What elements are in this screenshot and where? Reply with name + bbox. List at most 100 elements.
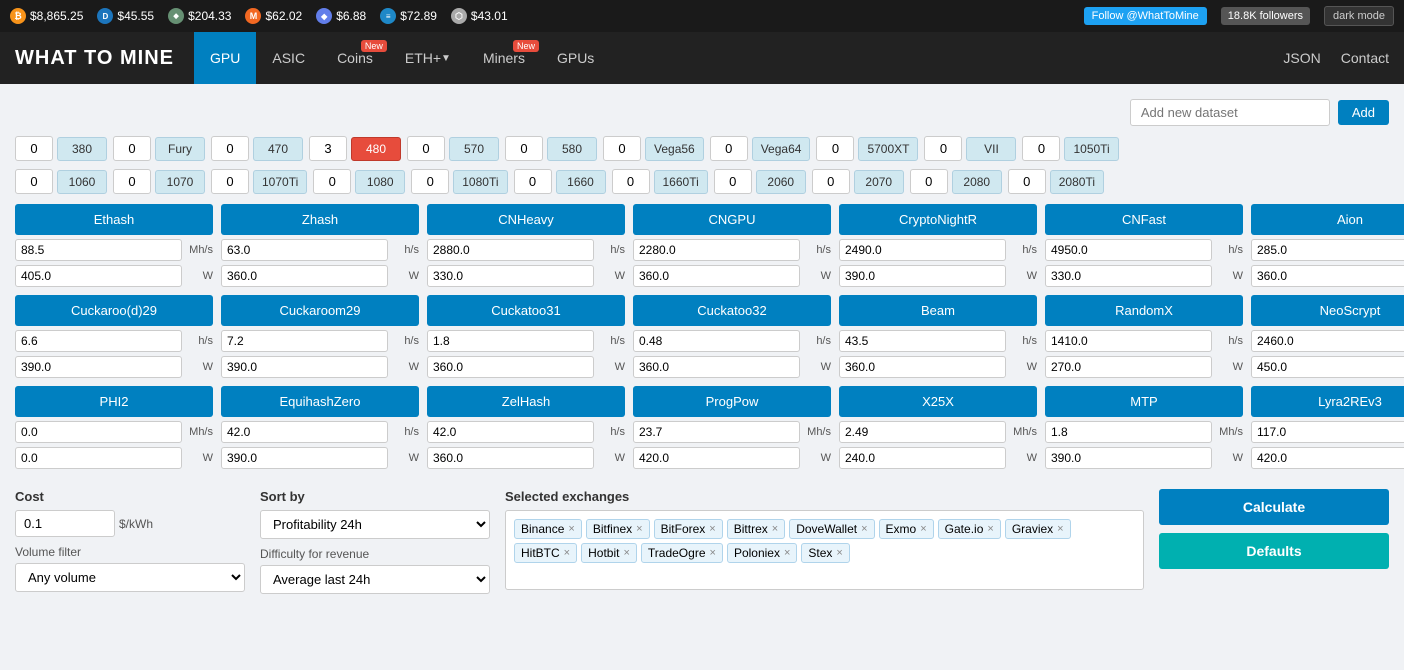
power-input-11[interactable] [633,356,800,378]
exchange-remove-tradeogre[interactable]: × [710,547,716,559]
power-input-22[interactable] [1251,447,1404,469]
power-input-17[interactable] [221,447,388,469]
gpu-count-vega56[interactable] [603,136,641,161]
hashrate-input-1[interactable] [221,239,388,261]
exchange-remove-gate.io[interactable]: × [987,523,993,535]
power-input-19[interactable] [633,447,800,469]
hashrate-input-2[interactable] [427,239,594,261]
power-input-14[interactable] [1251,356,1404,378]
algo-btn-beam[interactable]: Beam [839,295,1037,326]
gpu-count-1070ti[interactable] [211,169,249,194]
algo-btn-ethash[interactable]: Ethash [15,204,213,235]
algo-btn-cuckaroom29[interactable]: Cuckaroom29 [221,295,419,326]
gpu-count-570[interactable] [407,136,445,161]
power-input-1[interactable] [221,265,388,287]
hashrate-input-21[interactable] [1045,421,1212,443]
nav-item-gpu[interactable]: GPU [194,32,256,84]
gpu-count-470[interactable] [211,136,249,161]
algo-btn-cuckatoo32[interactable]: Cuckatoo32 [633,295,831,326]
algo-btn-equihashzero[interactable]: EquihashZero [221,386,419,417]
gpu-count-5700xt[interactable] [816,136,854,161]
algo-btn-cuckatoo31[interactable]: Cuckatoo31 [427,295,625,326]
gpu-count-1080[interactable] [313,169,351,194]
exchange-remove-bittrex[interactable]: × [772,523,778,535]
gpu-count-2080ti[interactable] [1008,169,1046,194]
hashrate-input-17[interactable] [221,421,388,443]
nav-item-coins[interactable]: CoinsNew [321,32,389,84]
hashrate-input-0[interactable] [15,239,182,261]
algo-btn-cryptonightr[interactable]: CryptoNightR [839,204,1037,235]
power-input-12[interactable] [839,356,1006,378]
gpu-count-1660[interactable] [514,169,552,194]
follow-button[interactable]: Follow @WhatToMine [1084,7,1207,25]
hashrate-input-5[interactable] [1045,239,1212,261]
sort-select[interactable]: Profitability 24h Profitability 3 days P… [260,510,490,539]
algo-btn-cnheavy[interactable]: CNHeavy [427,204,625,235]
hashrate-input-19[interactable] [633,421,800,443]
gpu-count-2060[interactable] [714,169,752,194]
nav-json[interactable]: JSON [1283,50,1320,66]
gpu-count-1050ti[interactable] [1022,136,1060,161]
power-input-20[interactable] [839,447,1006,469]
hashrate-input-13[interactable] [1045,330,1212,352]
gpu-count-1070[interactable] [113,169,151,194]
gpu-count-vega64[interactable] [710,136,748,161]
power-input-2[interactable] [427,265,594,287]
hashrate-input-18[interactable] [427,421,594,443]
exchange-remove-hitbtc[interactable]: × [564,547,570,559]
cost-input[interactable] [15,510,115,537]
algo-btn-randomx[interactable]: RandomX [1045,295,1243,326]
nav-item-gpus[interactable]: GPUs [541,32,610,84]
power-input-3[interactable] [633,265,800,287]
hashrate-input-3[interactable] [633,239,800,261]
calculate-button[interactable]: Calculate [1159,489,1389,525]
algo-btn-phi2[interactable]: PHI2 [15,386,213,417]
hashrate-input-6[interactable] [1251,239,1404,261]
difficulty-select[interactable]: Average last 24h Current [260,565,490,594]
nav-item-miners[interactable]: MinersNew [467,32,541,84]
gpu-count-vii[interactable] [924,136,962,161]
algo-btn-cngpu[interactable]: CNGPU [633,204,831,235]
power-input-21[interactable] [1045,447,1212,469]
power-input-13[interactable] [1045,356,1212,378]
exchange-remove-dovewallet[interactable]: × [861,523,867,535]
nav-contact[interactable]: Contact [1341,50,1389,66]
hashrate-input-9[interactable] [221,330,388,352]
algo-btn-zhash[interactable]: Zhash [221,204,419,235]
gpu-count-1080ti[interactable] [411,169,449,194]
hashrate-input-8[interactable] [15,330,182,352]
exchange-remove-exmo[interactable]: × [920,523,926,535]
gpu-count-2080[interactable] [910,169,948,194]
algo-btn-cuckarood29[interactable]: Cuckaroo(d)29 [15,295,213,326]
hashrate-input-10[interactable] [427,330,594,352]
gpu-count-1660ti[interactable] [612,169,650,194]
power-input-8[interactable] [15,356,182,378]
power-input-5[interactable] [1045,265,1212,287]
nav-item-ethplus[interactable]: ETH+ ▼ [389,32,467,84]
nav-item-asic[interactable]: ASIC [256,32,321,84]
algo-btn-progpow[interactable]: ProgPow [633,386,831,417]
hashrate-input-4[interactable] [839,239,1006,261]
power-input-0[interactable] [15,265,182,287]
gpu-count-fury[interactable] [113,136,151,161]
algo-btn-neoscrypt[interactable]: NeoScrypt [1251,295,1404,326]
hashrate-input-16[interactable] [15,421,182,443]
algo-btn-zelhash[interactable]: ZelHash [427,386,625,417]
algo-btn-cnfast[interactable]: CNFast [1045,204,1243,235]
gpu-count-480[interactable] [309,136,347,161]
exchange-remove-bitfinex[interactable]: × [636,523,642,535]
exchange-remove-stex[interactable]: × [836,547,842,559]
hashrate-input-12[interactable] [839,330,1006,352]
power-input-16[interactable] [15,447,182,469]
gpu-count-380[interactable] [15,136,53,161]
algo-btn-x25x[interactable]: X25X [839,386,1037,417]
exchange-remove-bitforex[interactable]: × [709,523,715,535]
gpu-count-580[interactable] [505,136,543,161]
dataset-input[interactable] [1130,99,1330,126]
algo-btn-mtp[interactable]: MTP [1045,386,1243,417]
power-input-6[interactable] [1251,265,1404,287]
exchange-remove-hotbit[interactable]: × [623,547,629,559]
exchange-remove-binance[interactable]: × [568,523,574,535]
gpu-count-1060[interactable] [15,169,53,194]
exchange-remove-poloniex[interactable]: × [784,547,790,559]
